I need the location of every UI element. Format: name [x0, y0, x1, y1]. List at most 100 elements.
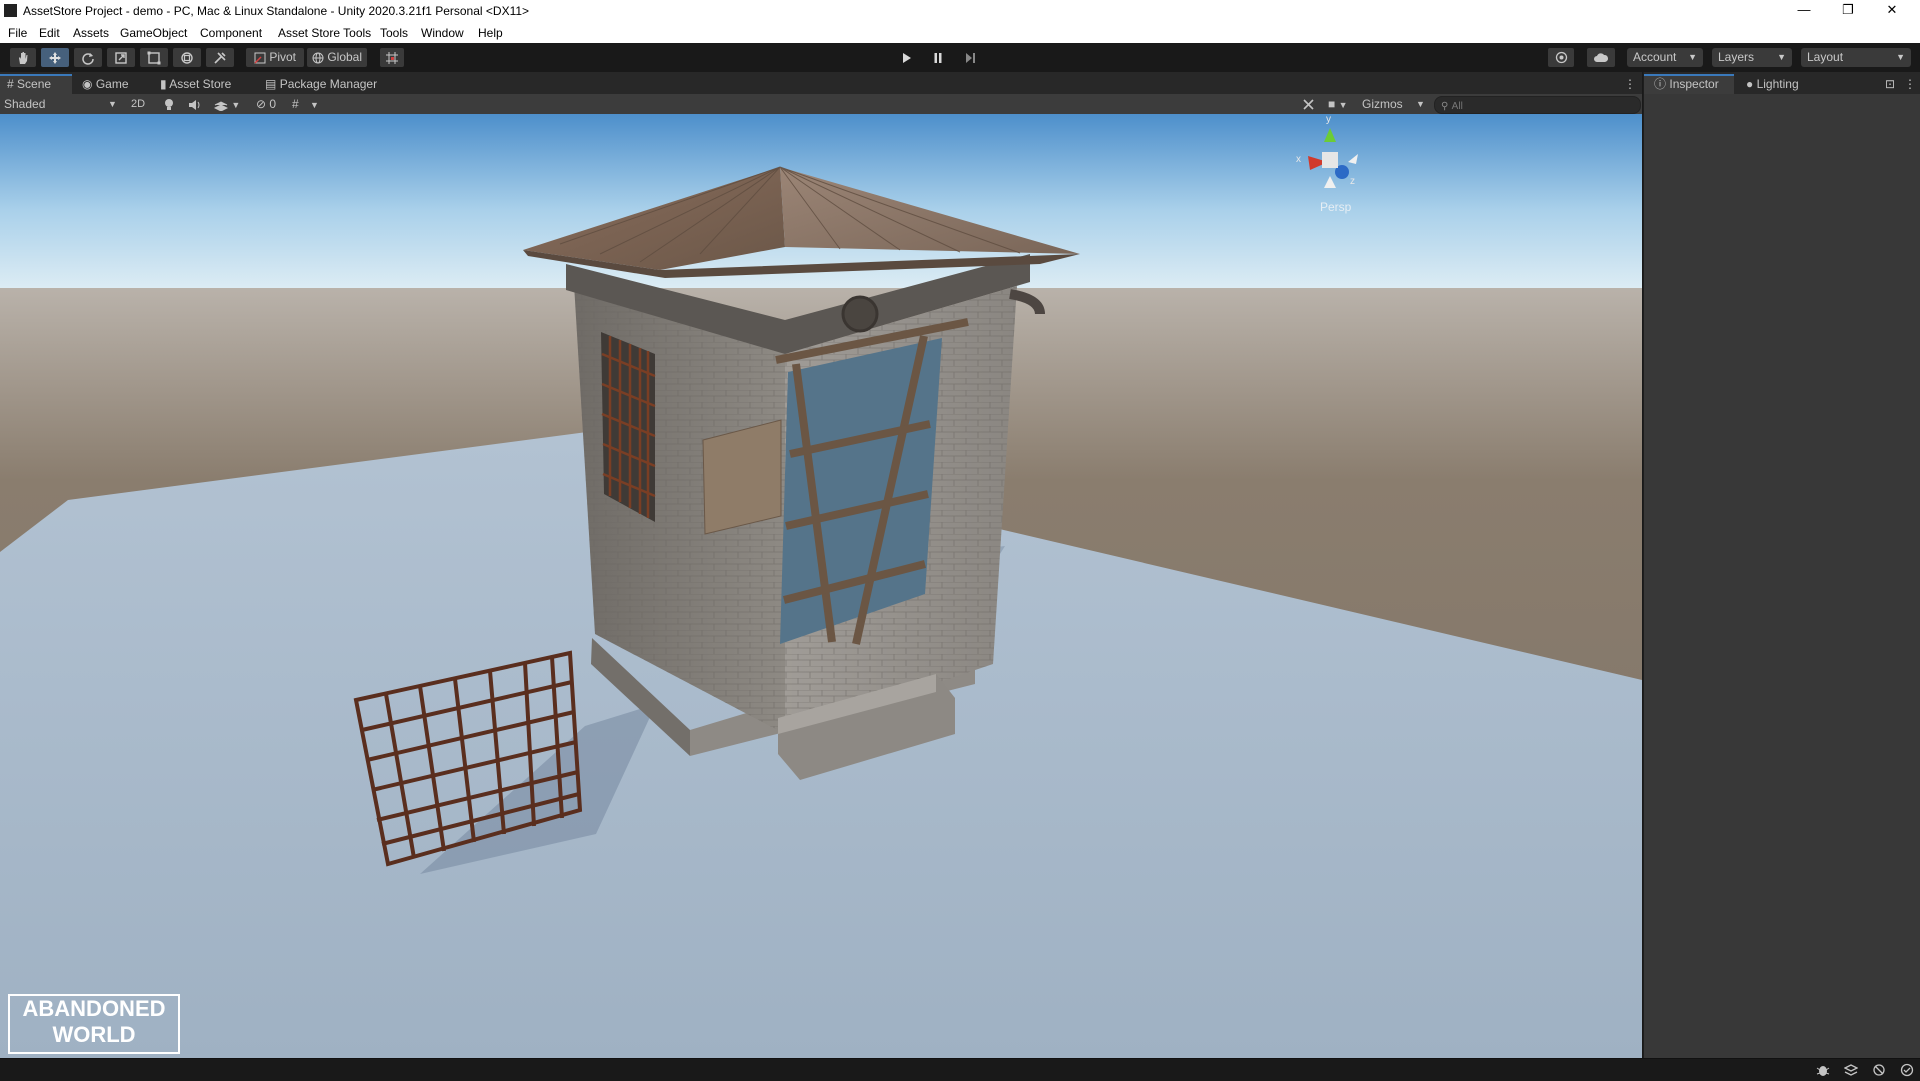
chevron-down-icon: ▼: [231, 100, 241, 110]
grid-visibility-toggle[interactable]: # ▼: [292, 96, 326, 112]
grid-snap-button[interactable]: [380, 48, 404, 67]
watermark-line1: ABANDONED: [22, 996, 166, 1021]
tools-icon[interactable]: [1302, 96, 1318, 112]
play-button[interactable]: [894, 48, 918, 67]
scene-viewport[interactable]: y x z Persp ABANDONED WORLD: [0, 114, 1642, 1058]
layout-dropdown[interactable]: Layout ▼: [1801, 48, 1911, 67]
tab-inspector-label: Inspector: [1669, 77, 1719, 91]
search-placeholder: All: [1451, 101, 1463, 112]
bulb-icon: ●: [1746, 77, 1754, 91]
menu-bar: File Edit Assets GameObject Component As…: [0, 22, 1920, 43]
rect-tool-icon[interactable]: [140, 48, 168, 67]
menu-help[interactable]: Help: [478, 26, 503, 40]
tab-package-manager[interactable]: ▤ Package Manager: [265, 74, 395, 94]
collab-button[interactable]: [1548, 48, 1574, 67]
hidden-objects-toggle[interactable]: ⊘ 0: [256, 96, 286, 112]
tab-inspector[interactable]: ⓘ Inspector: [1644, 74, 1734, 94]
cloud-button[interactable]: [1587, 48, 1615, 67]
tab-scene[interactable]: # Scene: [0, 74, 72, 94]
grid-snap-icon: [386, 51, 398, 64]
step-button[interactable]: [958, 48, 982, 67]
custom-tool-icon[interactable]: [206, 48, 234, 67]
chevron-down-icon: ▼: [310, 100, 319, 110]
lock-icon[interactable]: ⊡: [1885, 74, 1897, 94]
menu-gameobject[interactable]: GameObject: [120, 26, 187, 40]
mode-2d-toggle[interactable]: 2D: [126, 96, 150, 112]
wood-board: [702, 419, 782, 535]
layers-dropdown[interactable]: Layers ▼: [1712, 48, 1792, 67]
kebab-menu-icon[interactable]: ⋮: [1624, 74, 1636, 94]
audio-toggle-icon[interactable]: [188, 96, 204, 112]
scene-panel: # Scene ◉ Game ▮ Asset Store ▤ Package M…: [0, 72, 1642, 1058]
check-circle-icon[interactable]: [1900, 1063, 1914, 1077]
tab-lighting[interactable]: ● Lighting: [1746, 74, 1826, 94]
scene-render[interactable]: [0, 114, 1642, 1058]
globe-icon: [312, 52, 324, 64]
transform-tool-icon[interactable]: [173, 48, 201, 67]
search-icon: ⚲: [1441, 101, 1449, 112]
draw-mode-label: Shaded: [4, 97, 46, 111]
status-bar: [0, 1058, 1920, 1081]
gizmo-label-x: x: [1296, 154, 1301, 165]
menu-assets[interactable]: Assets: [73, 26, 109, 40]
tab-asset-store-label: Asset Store: [169, 77, 232, 91]
window-title: AssetStore Project - demo - PC, Mac & Li…: [23, 4, 530, 18]
vent-circle: [841, 295, 879, 333]
tab-scene-label: Scene: [17, 77, 52, 91]
chevron-down-icon: ▼: [1896, 52, 1905, 62]
account-dropdown[interactable]: Account ▼: [1627, 48, 1703, 67]
pause-button[interactable]: [926, 48, 950, 67]
chevron-down-icon: ▼: [1416, 99, 1425, 109]
menu-tools[interactable]: Tools: [380, 26, 408, 40]
camera-dropdown[interactable]: ■ ▼: [1328, 96, 1358, 112]
draw-mode-dropdown[interactable]: Shaded ▼: [4, 96, 118, 112]
grid-icon: #: [292, 97, 299, 111]
menu-asset-store-tools[interactable]: Asset Store Tools: [278, 26, 371, 40]
lighting-toggle-icon[interactable]: [163, 96, 177, 112]
move-tool-icon[interactable]: [41, 48, 69, 67]
account-label: Account: [1633, 50, 1677, 64]
inspector-tab-bar: ⓘ Inspector ● Lighting ⊡ ⋮: [1644, 72, 1920, 94]
close-button[interactable]: ✕: [1870, 0, 1914, 22]
unity-icon: [4, 4, 17, 17]
watermark-line2: WORLD: [52, 1022, 136, 1047]
inspector-panel: ⓘ Inspector ● Lighting ⊡ ⋮: [1643, 72, 1920, 1058]
step-icon: [966, 52, 975, 63]
bug-icon[interactable]: [1816, 1063, 1830, 1077]
global-toggle[interactable]: Global: [307, 48, 367, 67]
projection-label[interactable]: Persp: [1320, 200, 1351, 214]
pause-icon: [934, 52, 942, 63]
gizmo-center-cube[interactable]: [1322, 152, 1338, 168]
minimize-button[interactable]: —: [1782, 0, 1826, 22]
layers-label: Layers: [1718, 50, 1755, 64]
rotate-tool-icon[interactable]: [74, 48, 102, 67]
effects-toggle-icon[interactable]: ▼: [214, 96, 244, 112]
grid-icon: #: [7, 77, 14, 91]
tab-lighting-label: Lighting: [1756, 77, 1799, 91]
tab-game[interactable]: ◉ Game: [82, 74, 148, 94]
maximize-button[interactable]: ❐: [1826, 0, 1870, 22]
collab-icon: [1555, 52, 1567, 64]
chevron-down-icon: ▼: [1777, 52, 1786, 62]
scale-tool-icon[interactable]: [107, 48, 135, 67]
menu-edit[interactable]: Edit: [39, 26, 60, 40]
chevron-down-icon: ▼: [1338, 100, 1348, 110]
kebab-menu-icon[interactable]: ⋮: [1904, 74, 1916, 94]
gizmos-dropdown[interactable]: Gizmos ▼: [1362, 96, 1426, 112]
gamepad-icon: ◉: [82, 77, 93, 91]
pivot-icon: [254, 52, 266, 64]
gizmo-label-y: y: [1326, 114, 1331, 125]
cloud-icon: [1594, 53, 1609, 62]
main-toolbar: Pivot Global Account ▼ Layers ▼ Layout ▼: [0, 43, 1920, 72]
tab-game-label: Game: [95, 77, 129, 91]
tab-asset-store[interactable]: ▮ Asset Store: [160, 74, 256, 94]
network-icon[interactable]: [1872, 1063, 1886, 1077]
hand-tool-icon[interactable]: [10, 48, 36, 67]
menu-window[interactable]: Window: [421, 26, 464, 40]
layout-label: Layout: [1807, 50, 1844, 64]
layers-status-icon[interactable]: [1843, 1063, 1859, 1077]
pivot-toggle[interactable]: Pivot: [246, 48, 304, 67]
menu-component[interactable]: Component: [200, 26, 262, 40]
menu-file[interactable]: File: [8, 26, 27, 40]
search-field[interactable]: ⚲ All: [1434, 96, 1641, 114]
